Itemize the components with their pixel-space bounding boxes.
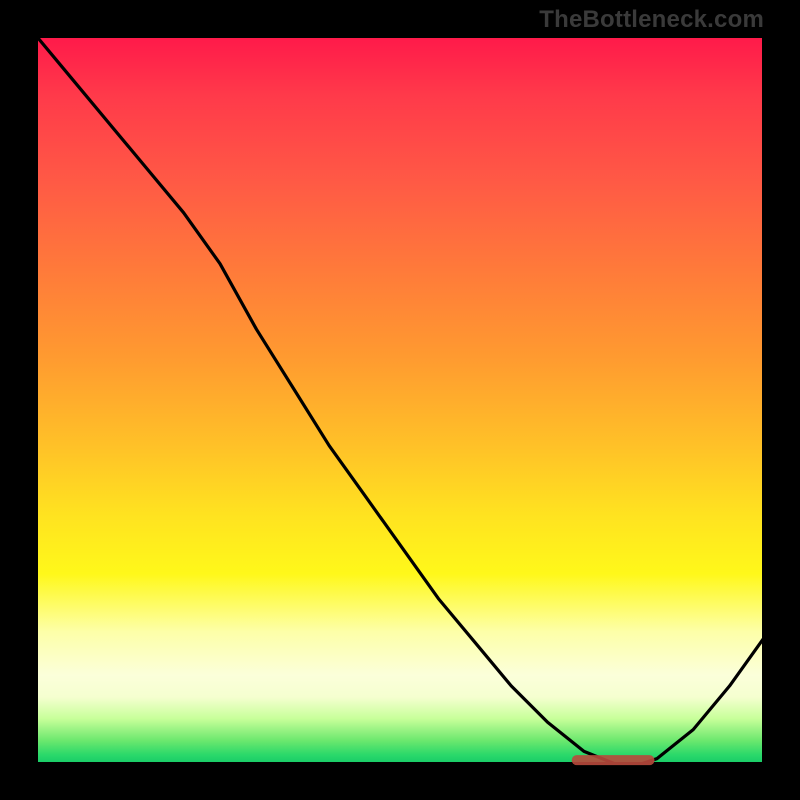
plot-area	[36, 36, 764, 764]
watermark-text: TheBottleneck.com	[539, 6, 764, 34]
chart-stage: TheBottleneck.com	[0, 0, 800, 800]
chart-overlay	[38, 38, 766, 766]
data-curve	[38, 38, 766, 766]
